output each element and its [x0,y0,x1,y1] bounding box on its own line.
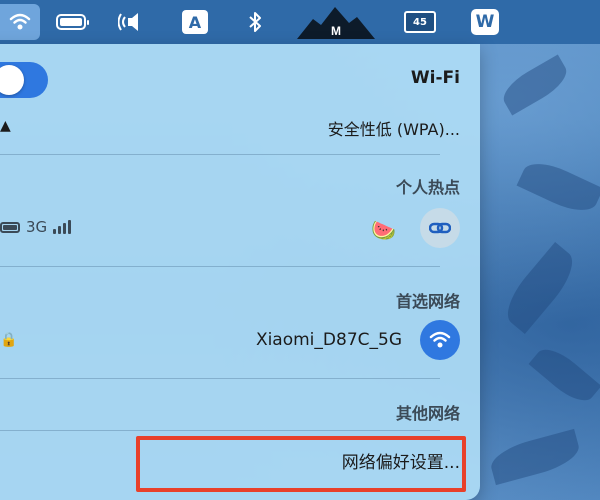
w-app-menu-icon[interactable]: W [468,0,502,44]
battery-icon [56,14,89,30]
panel-title: Wi-Fi [410,68,460,88]
divider [0,266,440,267]
hotspot-row[interactable]: 3G 🍉 [0,208,460,252]
signal-bars-icon [53,220,72,234]
speaker-icon [118,13,138,31]
sound-menu-icon[interactable] [112,0,154,44]
display-menu-icon[interactable]: 45 [400,0,440,44]
network-type-label: 3G [26,218,48,236]
divider [0,378,440,379]
divider [0,430,440,431]
divider [0,154,440,155]
input-method-menu[interactable]: A [180,0,210,44]
display-icon: 45 [404,11,436,33]
toggle-knob [0,65,24,95]
mountain-app-menu-icon[interactable]: M [296,0,376,44]
hotspot-status: 3G [0,218,72,236]
wallpaper-leaf [497,54,573,116]
wifi-signal-icon [420,320,460,360]
wifi-toggle[interactable] [0,62,48,98]
wifi-icon [9,13,31,30]
svg-text:M: M [331,24,341,38]
battery-menu-icon[interactable] [50,0,92,44]
menu-bar: A M 45 W [0,0,600,44]
wifi-dropdown-panel: Wi-Fi ▲ 安全性低 (WPA)... 个人热点 3G 🍉 首选网络 🔒 X… [0,44,480,500]
warning-icon: ▲ [0,118,11,134]
input-method-label: A [182,10,208,34]
security-info-link[interactable]: 安全性低 (WPA)... [328,116,460,140]
wallpaper-leaf [516,154,600,220]
wifi-menu-icon[interactable] [0,4,40,40]
other-section-header[interactable]: 其他网络 [396,400,460,424]
preferred-network-row[interactable]: 🔒 Xiaomi_D87C_5G [0,320,460,364]
bluetooth-icon [249,12,261,32]
mountain-icon: M [297,7,375,39]
preferred-section-header: 首选网络 [395,292,460,311]
bluetooth-menu-icon[interactable] [243,0,267,44]
watermelon-icon: 🍉 [371,218,396,242]
network-preferences-link[interactable]: 网络偏好设置... [342,448,460,473]
network-name: Xiaomi_D87C_5G [255,330,402,350]
link-icon [420,208,460,248]
wallpaper-leaf [487,428,583,486]
wallpaper-leaf [497,241,583,335]
wallpaper-leaf [528,341,600,409]
battery-icon [0,221,20,233]
lock-icon: 🔒 [0,332,18,348]
w-app-icon: W [471,9,499,35]
hotspot-section-header: 个人热点 [395,178,460,197]
